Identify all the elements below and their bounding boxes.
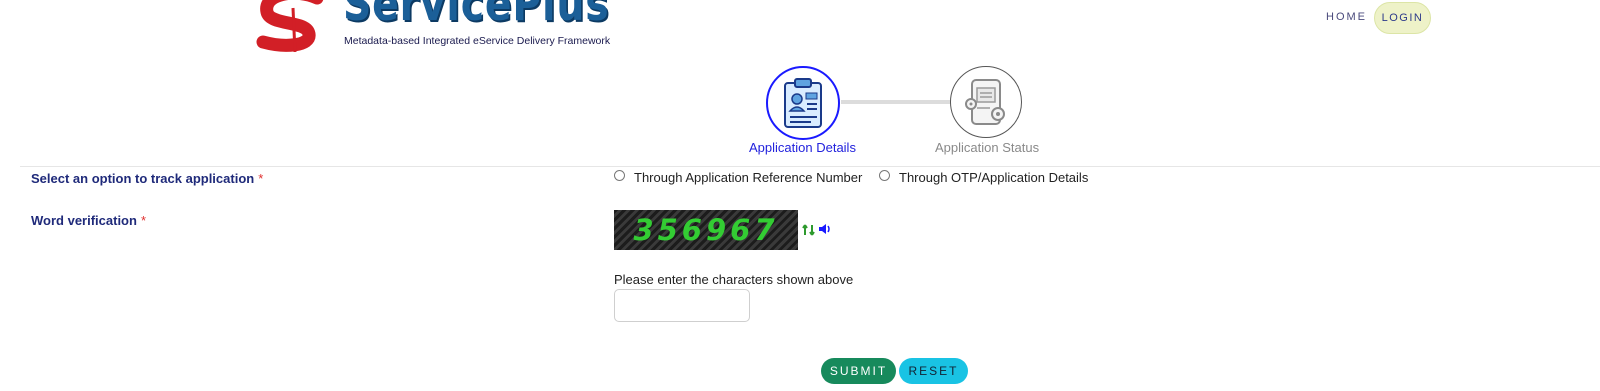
word-verification-label: Word verification * xyxy=(31,213,146,228)
captcha-hint: Please enter the characters shown above xyxy=(614,272,854,287)
logo-emblem-icon xyxy=(256,0,324,52)
track-option-label: Select an option to track application * xyxy=(31,171,263,186)
step-label-application-status: Application Status xyxy=(935,140,1040,155)
logo-tagline: Metadata-based Integrated eService Deliv… xyxy=(344,35,611,47)
track-option-label-text: Select an option to track application xyxy=(31,171,255,186)
login-button[interactable]: LOGIN xyxy=(1374,2,1431,34)
section-divider xyxy=(20,166,1600,167)
required-asterisk: * xyxy=(140,213,147,228)
step-label-application-details: Application Details xyxy=(749,140,856,155)
captcha-image: 356967 xyxy=(614,210,798,250)
nav-home-link[interactable]: HOME xyxy=(1326,11,1367,23)
progress-stepper: Application Details Application Status xyxy=(0,0,1600,160)
stepper-connector xyxy=(841,100,954,104)
word-verification-label-text: Word verification xyxy=(31,213,137,228)
captcha-input[interactable] xyxy=(614,289,750,322)
clipboard-id-icon xyxy=(784,78,822,128)
submit-button[interactable]: SUBMIT xyxy=(821,358,896,384)
captcha-text: 356967 xyxy=(633,213,779,247)
radio-reference-number-label[interactable]: Through Application Reference Number xyxy=(634,170,862,185)
step-application-details[interactable] xyxy=(766,66,840,140)
tablet-gears-icon xyxy=(965,79,1005,125)
speaker-icon[interactable] xyxy=(818,223,832,235)
refresh-icon[interactable] xyxy=(802,222,815,238)
serviceplus-logo: ServicePlus Metadata-based Integrated eS… xyxy=(255,0,615,56)
required-asterisk: * xyxy=(258,171,264,186)
logo-name: ServicePlus xyxy=(343,0,610,32)
radio-otp-details-label[interactable]: Through OTP/Application Details xyxy=(899,170,1088,185)
step-application-status[interactable] xyxy=(950,66,1022,138)
radio-reference-number[interactable] xyxy=(614,170,625,181)
reset-button[interactable]: RESET xyxy=(899,358,968,384)
radio-otp-details[interactable] xyxy=(879,170,890,181)
